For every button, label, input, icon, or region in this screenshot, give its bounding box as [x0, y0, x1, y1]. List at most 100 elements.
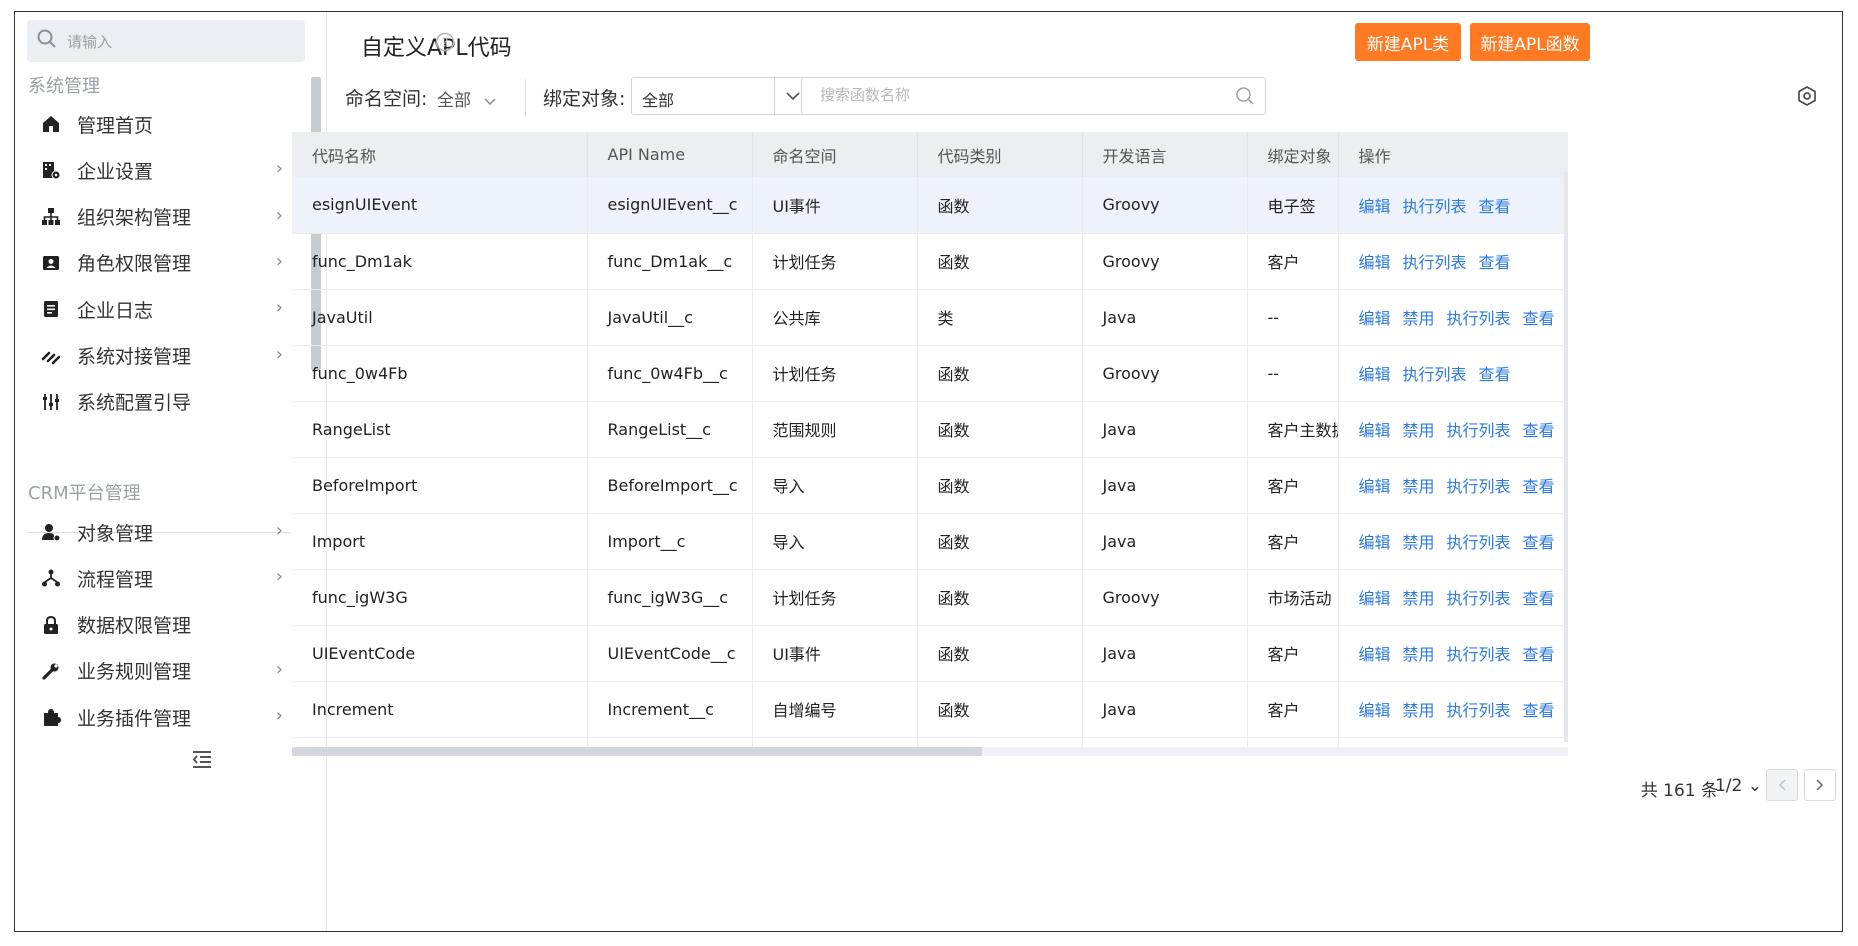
cell-ns: UI事件 [752, 177, 918, 234]
row-action-link[interactable]: 执行列表 [1403, 365, 1467, 384]
chevron-down-icon [484, 91, 496, 111]
row-action-link[interactable]: 编辑 [1359, 309, 1391, 328]
cell-api: RangeList__c [587, 401, 753, 458]
sidebar-item-system-5[interactable]: 系统对接管理 › [39, 336, 297, 376]
row-action-link[interactable]: 查看 [1479, 253, 1511, 272]
sidebar-item-crm-0[interactable]: 对象管理 › [39, 512, 297, 552]
cell-bind: 客户 [1247, 233, 1339, 290]
row-action-link[interactable]: 编辑 [1359, 365, 1391, 384]
column-settings-icon[interactable] [1796, 85, 1820, 109]
log-document-icon [39, 297, 63, 321]
collapse-sidebar-icon[interactable] [191, 749, 219, 773]
cell-type: 函数 [917, 569, 1083, 626]
row-action-link[interactable]: 执行列表 [1403, 197, 1467, 216]
cell-type: 函数 [917, 625, 1083, 682]
row-action-link[interactable]: 禁用 [1403, 533, 1435, 552]
row-action-link[interactable]: 编辑 [1359, 477, 1391, 496]
row-action-link[interactable]: 编辑 [1359, 589, 1391, 608]
vertical-scrollbar[interactable] [1564, 172, 1568, 742]
new-apl-class-button[interactable]: 新建APL类 [1355, 23, 1461, 61]
prev-page-button[interactable] [1766, 769, 1798, 801]
horizontal-scroll-thumb[interactable] [292, 747, 982, 756]
table-row[interactable]: BeforeImport BeforeImport__c 导入 函数 Java 客户 编辑禁… [292, 457, 1568, 514]
sidebar-item-label: 组织架构管理 [77, 207, 192, 230]
row-action-link[interactable]: 编辑 [1359, 701, 1391, 720]
row-action-link[interactable]: 编辑 [1359, 253, 1391, 272]
table-row[interactable]: func_Dm1ak func_Dm1ak__c 计划任务 函数 Groovy 客户 编辑执… [292, 233, 1568, 290]
row-action-link[interactable]: 查看 [1523, 533, 1555, 552]
cell-name: BeforeImport [292, 457, 588, 514]
cell-api: Import__c [587, 513, 753, 570]
column-header[interactable]: API Name [587, 132, 753, 177]
table-row[interactable]: RangeListRangeList__c范围规则函数Java客户主数据编辑禁用… [292, 401, 1568, 458]
row-action-link[interactable]: 编辑 [1359, 421, 1391, 440]
sidebar-search[interactable]: 请输入 [27, 20, 305, 62]
row-action-link[interactable]: 查看 [1523, 589, 1555, 608]
function-search-box[interactable] [801, 77, 1266, 115]
column-header[interactable]: 命名空间 [752, 132, 918, 177]
next-page-button[interactable] [1804, 769, 1836, 801]
table-row[interactable]: Import Import__c 导入 函数 Java 客户 编辑 禁用 执行列表 查看 [292, 513, 1568, 570]
row-action-link[interactable]: 禁用 [1403, 421, 1435, 440]
cell-lang: Groovy [1082, 345, 1248, 402]
row-action-link[interactable]: 执行列表 [1447, 589, 1511, 608]
cell-actions: 编辑禁用执行列表查看 [1338, 513, 1568, 570]
sidebar-item-system-3[interactable]: 角色权限管理 › [39, 243, 297, 283]
cell-ns: UI事件 [752, 625, 918, 682]
row-action-link[interactable]: 禁用 [1403, 701, 1435, 720]
sidebar-item-system-6[interactable]: 系统配置引导 [39, 382, 297, 422]
column-header[interactable]: 代码类别 [917, 132, 1083, 177]
row-action-link[interactable]: 禁用 [1403, 645, 1435, 664]
new-apl-function-button[interactable]: 新建APL函数 [1470, 23, 1590, 61]
search-icon[interactable] [1235, 86, 1255, 110]
column-header[interactable]: 操作 [1338, 132, 1568, 177]
column-header[interactable]: 绑定对象 [1247, 132, 1339, 177]
cell-actions: 编辑禁用执行列表查看 [1338, 289, 1568, 346]
table-row[interactable]: JavaUtil JavaUtil__c 公共库类 Java -- 编辑 禁用 执行列表 查看 [292, 289, 1568, 346]
table-row[interactable]: esignUIEvent esignUIEvent__c UI事件 函数 Groovy 电… [292, 177, 1568, 234]
row-action-link[interactable]: 禁用 [1403, 309, 1435, 328]
sidebar-item-system-0[interactable]: 管理首页 [39, 104, 297, 144]
table-row[interactable]: UIEventCode UIEventCode__c UI事件 函数 Java 客户 编辑禁… [292, 625, 1568, 682]
row-action-link[interactable]: 禁用 [1403, 477, 1435, 496]
row-action-link[interactable]: 查看 [1523, 477, 1555, 496]
row-action-link[interactable]: 执行列表 [1447, 533, 1511, 552]
page-selector[interactable]: 1/2 ⌄ [1715, 776, 1762, 796]
table-row[interactable]: Increment Increment__c 自增编号 函数 Java 客户 编辑 禁用 执行列… [292, 681, 1568, 738]
sidebar-item-system-1[interactable]: 企业设置 › [39, 150, 297, 190]
row-action-link[interactable]: 执行列表 [1403, 253, 1467, 272]
row-action-link[interactable]: 查看 [1479, 197, 1511, 216]
row-action-link[interactable]: 执行列表 [1447, 421, 1511, 440]
row-action-link[interactable]: 查看 [1523, 701, 1555, 720]
sidebar-item-crm-4[interactable]: 业务插件管理 › [39, 697, 297, 737]
help-icon[interactable]: ? [435, 32, 457, 54]
row-action-link[interactable]: 查看 [1523, 645, 1555, 664]
cell-api: Increment__c [587, 681, 753, 738]
namespace-dropdown[interactable]: 全部 [437, 86, 496, 111]
row-action-link[interactable]: 编辑 [1359, 197, 1391, 216]
sidebar-item-label: 系统配置引导 [77, 392, 192, 415]
bind-object-select[interactable]: 全部 [631, 77, 811, 115]
function-search-input[interactable] [820, 86, 1220, 104]
sidebar-item-crm-1[interactable]: 流程管理 › [39, 558, 297, 598]
sidebar-item-crm-3[interactable]: 业务规则管理 › [39, 651, 297, 691]
row-action-link[interactable]: 执行列表 [1447, 309, 1511, 328]
row-action-link[interactable]: 查看 [1523, 309, 1555, 328]
row-action-link[interactable]: 编辑 [1359, 645, 1391, 664]
sidebar-item-system-4[interactable]: 企业日志 › [39, 289, 297, 329]
user-object-icon [39, 520, 63, 544]
table-row[interactable]: func_igW3G func_igW3G__c 计划任务 函数 Groovy 市场活动编… [292, 569, 1568, 626]
sidebar-item-crm-2[interactable]: 数据权限管理 [39, 605, 297, 645]
row-action-link[interactable]: 禁用 [1403, 589, 1435, 608]
cell-type: 函数 [917, 401, 1083, 458]
column-header[interactable]: 开发语言 [1082, 132, 1248, 177]
table-row[interactable]: func_0w4Fb func_0w4Fb__c 计划任务 函数 Groovy -- 编辑执… [292, 345, 1568, 402]
row-action-link[interactable]: 执行列表 [1447, 645, 1511, 664]
row-action-link[interactable]: 查看 [1523, 421, 1555, 440]
row-action-link[interactable]: 编辑 [1359, 533, 1391, 552]
row-action-link[interactable]: 执行列表 [1447, 701, 1511, 720]
column-header[interactable]: 代码名称 [292, 132, 588, 177]
row-action-link[interactable]: 查看 [1479, 365, 1511, 384]
sidebar-item-system-2[interactable]: 组织架构管理 › [39, 197, 297, 237]
row-action-link[interactable]: 执行列表 [1447, 477, 1511, 496]
